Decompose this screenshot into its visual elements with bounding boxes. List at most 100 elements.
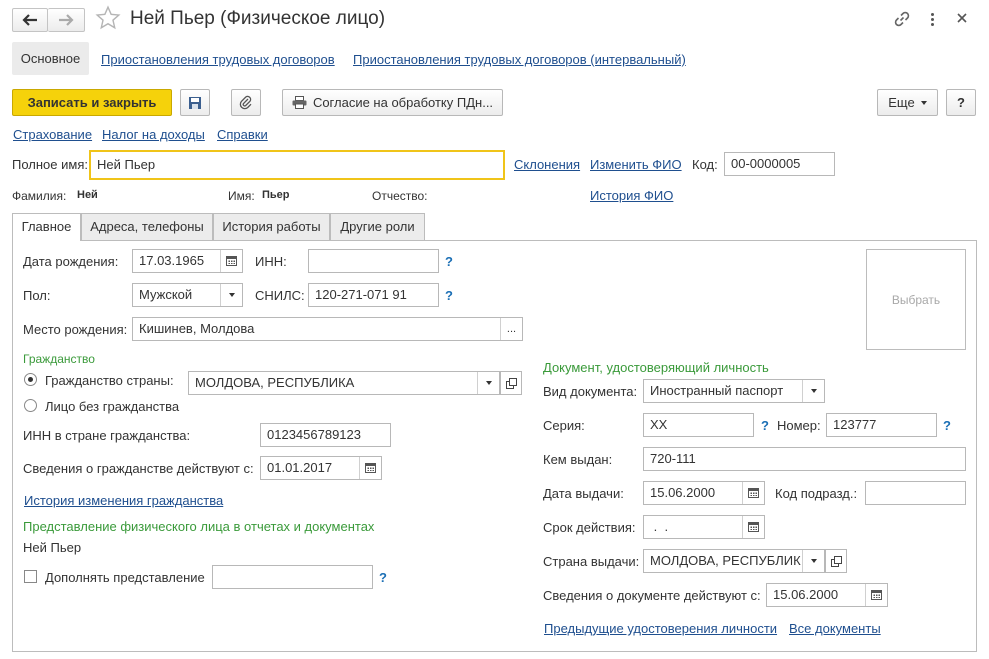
snils-help-icon[interactable]: ? xyxy=(445,288,453,303)
number-help-icon[interactable]: ? xyxy=(943,418,951,433)
full-name-label: Полное имя: xyxy=(12,157,88,172)
doc-issue-date-label: Дата выдачи: xyxy=(543,486,624,501)
citizenship-valid-input[interactable]: 01.01.2017 xyxy=(260,456,382,480)
snils-input[interactable]: 120-271-071 91 xyxy=(308,283,439,307)
help-button[interactable]: ? xyxy=(946,89,976,116)
full-name-input[interactable]: Ней Пьер xyxy=(89,150,505,180)
forward-button[interactable] xyxy=(48,8,85,32)
doc-expiry-label: Срок действия: xyxy=(543,520,636,535)
calendar-icon[interactable] xyxy=(742,482,764,504)
chevron-down-icon[interactable] xyxy=(802,380,824,402)
birth-date-input[interactable]: 17.03.1965 xyxy=(132,249,243,273)
citizenship-country-select[interactable]: МОЛДОВА, РЕСПУБЛИКА xyxy=(188,371,500,395)
doc-number-input[interactable]: 123777 xyxy=(826,413,937,437)
ellipsis-icon[interactable]: ... xyxy=(500,318,522,340)
photo-select-label: Выбрать xyxy=(891,292,941,307)
code-input[interactable]: 00-0000005 xyxy=(724,152,835,176)
doc-dept-code-input[interactable] xyxy=(865,481,966,505)
chevron-down-icon[interactable] xyxy=(477,372,499,394)
stateless-label: Лицо без гражданства xyxy=(45,399,180,414)
tab-work-history[interactable]: История работы xyxy=(213,213,330,240)
calendar-icon[interactable] xyxy=(742,516,764,538)
declensions-link[interactable]: Склонения xyxy=(514,157,580,172)
supplement-label: Дополнять представление xyxy=(45,570,205,585)
calendar-icon[interactable] xyxy=(865,584,887,606)
calendar-icon[interactable] xyxy=(359,457,381,479)
close-icon[interactable] xyxy=(955,11,969,25)
inn-country-label: ИНН в стране гражданства: xyxy=(23,428,191,443)
supplement-checkbox[interactable] xyxy=(24,570,37,583)
stateless-radio[interactable] xyxy=(24,399,37,412)
doc-expiry-input[interactable]: . . xyxy=(643,515,765,539)
gender-select[interactable]: Мужской xyxy=(132,283,243,307)
name-value: Пьер xyxy=(262,189,290,201)
citizenship-valid-label: Сведения о гражданстве действуют с: xyxy=(23,461,254,476)
nav-tab-suspensions[interactable]: Приостановления трудовых договоров xyxy=(101,52,335,67)
open-country-icon[interactable] xyxy=(500,371,522,395)
citizenship-country-radio[interactable] xyxy=(24,373,37,386)
more-button[interactable]: Еще xyxy=(877,89,938,116)
doc-issue-date-value: 15.06.2000 xyxy=(650,485,716,500)
doc-valid-input[interactable]: 15.06.2000 xyxy=(766,583,888,607)
supplement-help-icon[interactable]: ? xyxy=(379,570,387,585)
inn-help-icon[interactable]: ? xyxy=(445,254,453,269)
doc-valid-label: Сведения о документе действуют с: xyxy=(543,588,761,603)
doc-type-select[interactable]: Иностранный паспорт xyxy=(643,379,825,403)
fio-history-link[interactable]: История ФИО xyxy=(590,188,673,203)
calendar-icon[interactable] xyxy=(220,250,242,272)
citizenship-country-label: Гражданство страны: xyxy=(45,373,174,388)
doc-series-input[interactable]: XX xyxy=(643,413,754,437)
attach-button[interactable] xyxy=(231,89,261,116)
insurance-link[interactable]: Страхование xyxy=(13,127,92,142)
photo-placeholder[interactable]: Выбрать xyxy=(866,249,966,350)
gender-label: Пол: xyxy=(23,288,51,303)
chevron-down-icon xyxy=(920,100,927,105)
surname-value: Ней xyxy=(77,189,98,201)
snils-label: СНИЛС: xyxy=(255,288,305,303)
birth-place-input[interactable]: Кишинев, Молдова ... xyxy=(132,317,523,341)
inn-input[interactable] xyxy=(308,249,439,273)
nav-tab-main-label: Основное xyxy=(20,51,81,66)
tab-main[interactable]: Главное xyxy=(12,213,81,241)
save-button[interactable] xyxy=(180,89,210,116)
chevron-down-icon[interactable] xyxy=(802,550,824,572)
tab-active-gap xyxy=(13,240,80,241)
window-title: Ней Пьер (Физическое лицо) xyxy=(130,8,386,29)
doc-country-label: Страна выдачи: xyxy=(543,554,640,569)
supplement-input[interactable] xyxy=(212,565,373,589)
back-button[interactable] xyxy=(12,8,48,32)
all-docs-link[interactable]: Все документы xyxy=(789,621,881,636)
consent-print-button[interactable]: Согласие на обработку ПДн... xyxy=(282,89,503,116)
doc-issue-date-input[interactable]: 15.06.2000 xyxy=(643,481,765,505)
doc-issued-by-input[interactable]: 720-111 xyxy=(643,447,966,471)
series-help-icon[interactable]: ? xyxy=(761,418,769,433)
birth-date-value: 17.03.1965 xyxy=(139,253,205,268)
doc-dept-code-label: Код подразд.: xyxy=(775,486,858,501)
doc-country-select[interactable]: МОЛДОВА, РЕСПУБЛИК xyxy=(643,549,825,573)
income-tax-link[interactable]: Налог на доходы xyxy=(102,127,205,142)
inn-label: ИНН: xyxy=(255,254,287,269)
inn-country-input[interactable]: 0123456789123 xyxy=(260,423,391,447)
birth-place-value: Кишинев, Молдова xyxy=(139,321,255,336)
open-doc-country-icon[interactable] xyxy=(825,549,847,573)
birth-date-label: Дата рождения: xyxy=(23,254,119,269)
floppy-disk-icon xyxy=(189,97,201,109)
document-header: Документ, удостоверяющий личность xyxy=(543,360,769,375)
tab-other-roles[interactable]: Другие роли xyxy=(330,213,425,240)
save-close-button[interactable]: Записать и закрыть xyxy=(12,89,172,116)
change-fio-link[interactable]: Изменить ФИО xyxy=(590,157,682,172)
more-vertical-icon[interactable] xyxy=(925,10,939,28)
favorite-star-icon[interactable] xyxy=(95,5,121,33)
nav-tab-suspensions-interval[interactable]: Приостановления трудовых договоров (инте… xyxy=(353,52,686,67)
arrow-left-icon xyxy=(22,14,37,26)
citizenship-history-link[interactable]: История изменения гражданства xyxy=(24,493,223,508)
chevron-down-icon[interactable] xyxy=(220,284,242,306)
prev-docs-link[interactable]: Предыдущие удостоверения личности xyxy=(544,621,777,636)
doc-valid-value: 15.06.2000 xyxy=(773,587,839,602)
link-icon[interactable] xyxy=(893,10,911,28)
citizenship-header: Гражданство xyxy=(23,352,95,366)
gender-value: Мужской xyxy=(139,287,193,302)
tab-addresses[interactable]: Адреса, телефоны xyxy=(81,213,213,240)
certificates-link[interactable]: Справки xyxy=(217,127,268,142)
nav-tab-main[interactable]: Основное xyxy=(12,42,89,75)
